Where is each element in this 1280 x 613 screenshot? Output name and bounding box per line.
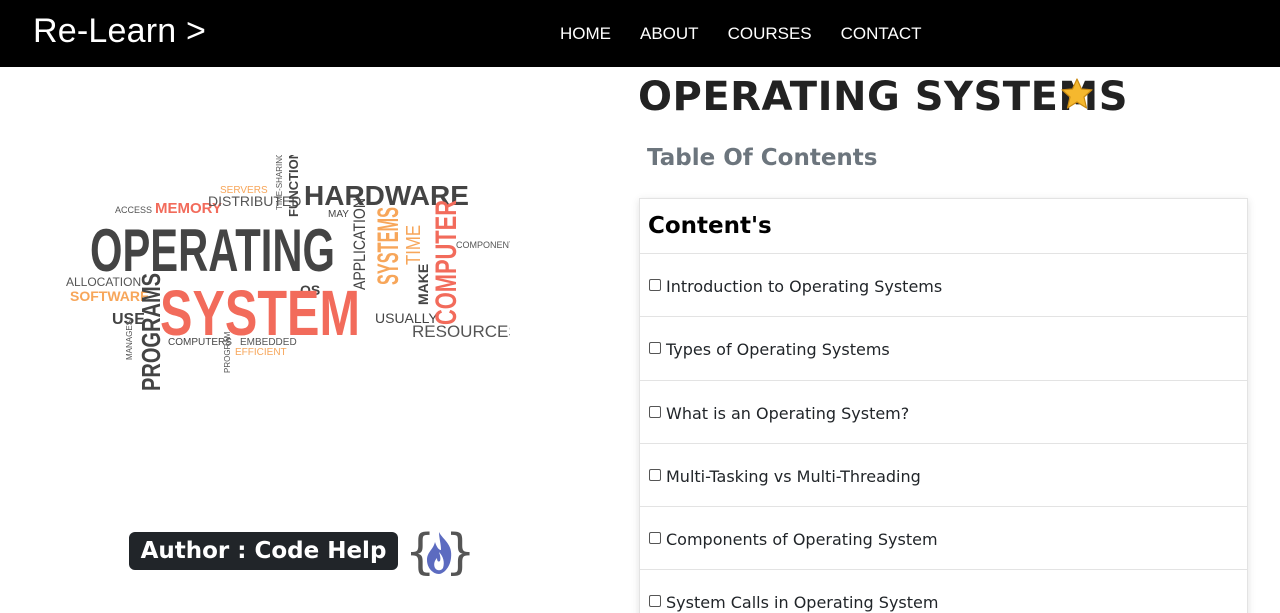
cloud-word-program: PROGRAM [223,331,232,373]
list-item-label: Introduction to Operating Systems [666,277,943,296]
nav-link-contact[interactable]: CONTACT [841,24,922,44]
list-item-label: Components of Operating System [666,530,938,550]
brand-logo-link[interactable]: Re-Learn > [33,12,206,51]
list-item[interactable]: Multi-Tasking vs Multi-Threading [640,444,1247,508]
star-icon [1061,78,1093,109]
list-item[interactable]: Types of Operating Systems [640,317,1247,381]
top-navbar: Re-Learn > HOME ABOUT COURSES CONTACT [0,0,1280,67]
cloud-word-access: ACCESS [115,205,152,215]
checkbox[interactable] [649,532,661,545]
cloud-word-component: COMPONENT [456,240,510,250]
cloud-word-computer: COMPUTER [430,200,463,325]
checkbox[interactable] [649,405,661,418]
list-item[interactable]: What is an Operating System? [640,381,1247,444]
list-item-label: Types of Operating Systems [666,340,890,360]
checkbox[interactable] [649,342,661,355]
nav-links: HOME ABOUT COURSES CONTACT [560,0,951,67]
cloud-word-time: TIME [403,225,425,265]
cloud-word-system: SYSTEM [160,277,360,349]
toc-heading: Table Of Contents [647,145,878,171]
nav-link-about[interactable]: ABOUT [640,24,699,44]
cloud-word-make: MAKE [415,264,431,305]
cloud-word-programs: PROGRAMS [136,273,166,391]
nav-link-home[interactable]: HOME [560,24,611,44]
checkbox[interactable] [649,279,661,291]
nav-link-courses[interactable]: COURSES [728,24,812,44]
cloud-word-function: FUNCTION [286,155,301,217]
cloud-word-operating: OPERATING [90,217,335,284]
card-title: Content's [648,213,772,239]
cloud-word-time-sharing: TIME-SHARING [275,155,284,210]
checkbox[interactable] [649,468,661,481]
list-item-label: Multi-Tasking vs Multi-Threading [666,466,921,486]
list-item[interactable]: Components of Operating System [640,507,1247,571]
list-item[interactable]: System Calls in Operating System [640,570,1247,613]
card-header: Content's [640,199,1247,254]
cloud-word-manages: MANAGES [125,320,134,360]
list-item-label: System Calls in Operating System [666,593,939,613]
contents-card: Content's Introduction to Operating Syst… [639,198,1248,613]
code-help-logo: { } [405,524,473,580]
checkbox[interactable] [649,595,661,608]
cloud-word-application: APPLICATION [350,198,369,290]
list-item[interactable]: Introduction to Operating Systems [640,254,1247,318]
author-badge: Author : Code Help [129,532,398,570]
list-item-label: What is an Operating System? [666,403,910,423]
cloud-word-systems: SYSTEMS [372,207,405,285]
operating-system-word-cloud-image: ACCESS MEMORY SERVERS DISTRIBUTED HARDWA… [66,155,510,391]
page-title: OPERATING SYSTEMS [638,74,1129,120]
